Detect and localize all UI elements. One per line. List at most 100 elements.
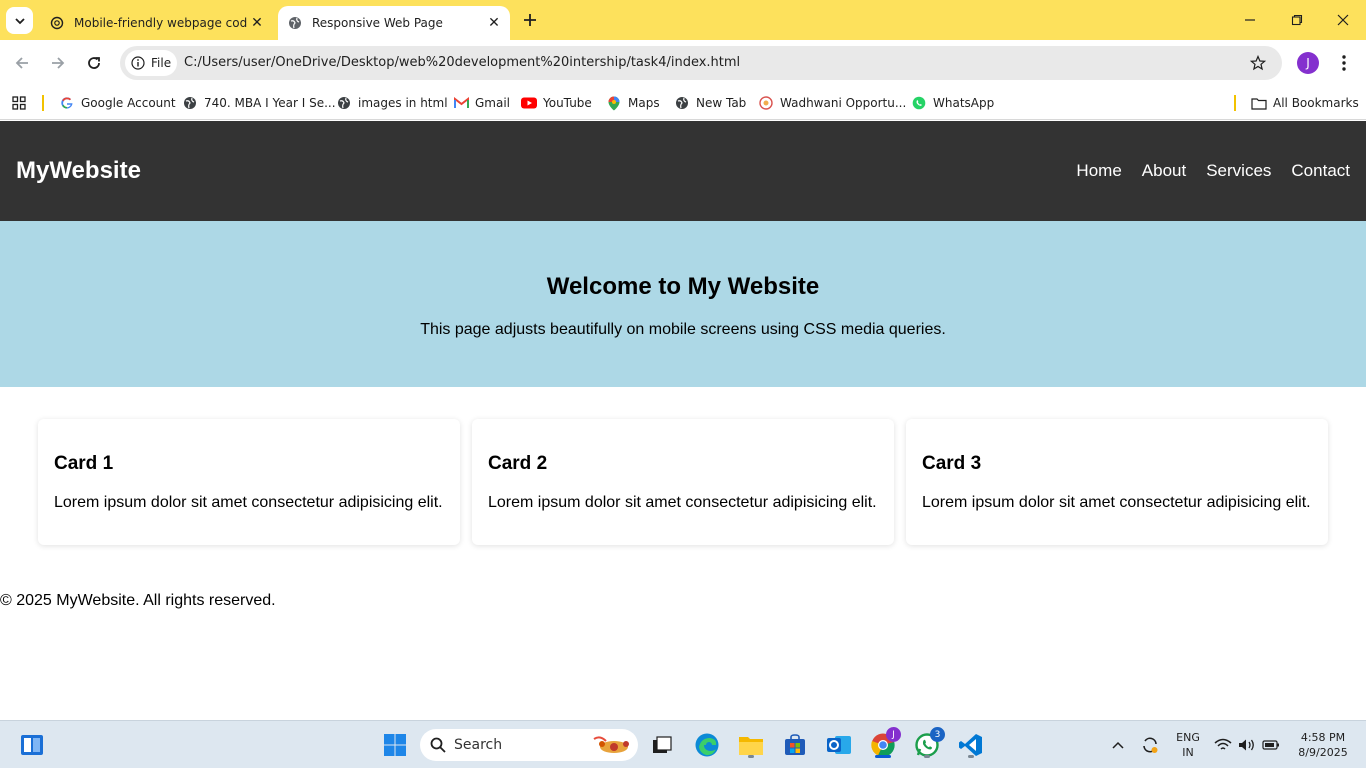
site-nav: Home About Services Contact (1076, 161, 1350, 181)
clock-time: 4:58 PM (1300, 731, 1346, 744)
sync-icon (1143, 737, 1158, 753)
card: Card 2 Lorem ipsum dolor sit amet consec… (472, 419, 894, 545)
browser-menu-button[interactable] (1335, 52, 1353, 74)
chrome-app[interactable]: J (867, 727, 901, 761)
edge-app[interactable] (691, 729, 723, 761)
quick-settings-button[interactable] (1212, 721, 1282, 768)
restore-button[interactable] (1285, 8, 1309, 32)
start-button[interactable] (379, 729, 411, 761)
clock-date: 8/9/2025 (1298, 746, 1348, 759)
folder-icon (1251, 95, 1267, 111)
bookmarks-divider (42, 95, 44, 111)
language-indicator[interactable]: ENG IN (1170, 721, 1206, 768)
bookmark-new-tab[interactable]: New Tab (674, 92, 746, 114)
vscode-app[interactable] (955, 729, 987, 761)
widgets-icon (21, 735, 43, 755)
forward-button[interactable] (46, 51, 70, 75)
file-explorer-app[interactable] (735, 729, 767, 761)
bookmark-label: YouTube (543, 96, 592, 110)
folder-icon (739, 737, 763, 755)
chevron-up-icon (1112, 741, 1124, 749)
outlook-app[interactable] (823, 729, 855, 761)
site-header: MyWebsite Home About Services Contact (0, 121, 1366, 221)
url-text[interactable]: C:/Users/user/OneDrive/Desktop/web%20dev… (184, 55, 740, 70)
bookmark-label: Maps (628, 96, 660, 110)
bookmark-label: Gmail (475, 96, 511, 110)
wadhwani-icon (758, 95, 774, 111)
notification-badge: 3 (930, 727, 945, 742)
search-icon (430, 737, 446, 753)
bookmark-google-account[interactable]: Google Account (59, 92, 176, 114)
globe-icon (674, 95, 690, 111)
microsoft-store-app[interactable] (779, 729, 811, 761)
close-tab-icon[interactable]: ✕ (484, 13, 504, 33)
tab-title: Responsive Web Page (312, 16, 443, 30)
tab-mobile-friendly[interactable]: Mobile-friendly webpage code ✕ (40, 6, 273, 40)
info-icon (131, 56, 145, 70)
restore-icon (1291, 14, 1303, 26)
sync-tray-button[interactable] (1138, 721, 1162, 768)
card-text: Lorem ipsum dolor sit amet consectetur a… (488, 494, 877, 511)
volume-icon (1239, 739, 1254, 751)
more-vertical-icon (1342, 55, 1346, 71)
edge-icon (695, 733, 719, 757)
back-button[interactable] (10, 51, 34, 75)
tab-responsive-web-page[interactable]: Responsive Web Page ✕ (278, 6, 510, 40)
running-indicator (968, 755, 974, 758)
running-indicator (875, 755, 891, 758)
widgets-button[interactable] (16, 729, 48, 761)
reload-button[interactable] (82, 51, 106, 75)
address-bar[interactable]: File C:/Users/user/OneDrive/Desktop/web%… (120, 46, 1282, 80)
bookmark-label: All Bookmarks (1273, 96, 1359, 110)
task-view-button[interactable] (646, 729, 678, 761)
bookmark-maps[interactable]: Maps (606, 92, 660, 114)
page-viewport: MyWebsite Home About Services Contact We… (0, 121, 1366, 720)
running-indicator (924, 755, 930, 758)
arrow-right-icon (52, 57, 65, 69)
new-tab-button[interactable] (519, 9, 541, 31)
chrome-profile-badge: J (886, 727, 901, 742)
taskbar-search-box[interactable]: Search (420, 729, 638, 761)
apps-button[interactable] (12, 92, 26, 114)
search-highlight-icon (593, 736, 629, 753)
bookmark-label: Google Account (81, 96, 176, 110)
site-info-chip[interactable]: File (125, 50, 177, 76)
nav-link-contact[interactable]: Contact (1291, 161, 1350, 181)
site-logo[interactable]: MyWebsite (16, 157, 141, 185)
bookmark-star-button[interactable] (1248, 53, 1268, 73)
profile-avatar[interactable]: J (1297, 52, 1319, 74)
all-bookmarks-button[interactable]: All Bookmarks (1251, 92, 1359, 114)
bookmarks-bar: Google Account 740. MBA I Year I Se... i… (0, 86, 1366, 120)
close-window-button[interactable] (1331, 8, 1355, 32)
star-icon (1250, 55, 1266, 71)
bookmark-label: 740. MBA I Year I Se... (204, 96, 336, 110)
close-tab-icon[interactable]: ✕ (247, 13, 267, 33)
bookmarks-divider (1234, 95, 1236, 111)
cards-row: Card 1 Lorem ipsum dolor sit amet consec… (38, 419, 1328, 545)
nav-link-services[interactable]: Services (1206, 161, 1271, 181)
globe-icon (336, 95, 352, 111)
globe-icon (182, 95, 198, 111)
bookmark-wadhwani[interactable]: Wadhwani Opportu... (758, 92, 906, 114)
outlook-icon (827, 736, 851, 754)
card-title: Card 3 (922, 453, 982, 474)
browser-toolbar: File C:/Users/user/OneDrive/Desktop/web%… (0, 40, 1366, 86)
bookmark-gmail[interactable]: Gmail (453, 92, 510, 114)
bookmark-whatsapp[interactable]: WhatsApp (911, 92, 994, 114)
nav-link-about[interactable]: About (1142, 161, 1186, 181)
minimize-icon (1245, 19, 1255, 21)
bookmark-mba[interactable]: 740. MBA I Year I Se... (182, 92, 336, 114)
google-icon (59, 95, 75, 111)
minimize-button[interactable] (1238, 8, 1262, 32)
nav-link-home[interactable]: Home (1076, 161, 1121, 181)
clock-button[interactable]: 4:58 PM 8/9/2025 (1288, 721, 1358, 768)
tab-search-button[interactable] (6, 7, 33, 34)
chatgpt-icon (49, 15, 65, 31)
bookmark-images-in-html[interactable]: images in html (336, 92, 448, 114)
bookmark-youtube[interactable]: YouTube (521, 92, 592, 114)
maps-icon (606, 95, 622, 111)
bookmark-label: images in html (358, 96, 448, 110)
show-hidden-icons-button[interactable] (1106, 721, 1130, 768)
whatsapp-app[interactable]: 3 (911, 727, 945, 761)
site-footer: © 2025 MyWebsite. All rights reserved. (0, 592, 276, 609)
